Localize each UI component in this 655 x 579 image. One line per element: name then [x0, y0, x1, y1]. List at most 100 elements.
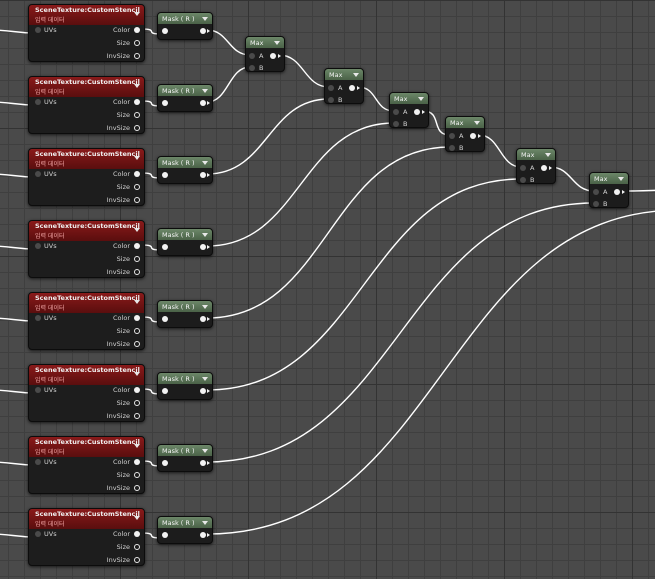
- node-header[interactable]: Max: [590, 173, 628, 184]
- output-pin-size[interactable]: [134, 400, 140, 406]
- output-pin-color[interactable]: [134, 315, 140, 321]
- mask-input-pin[interactable]: [162, 100, 168, 106]
- scene-texture-node[interactable]: SceneTexture:CustomStencil 입력 데이터 UVs Color…: [28, 220, 145, 278]
- chevron-down-icon[interactable]: [134, 84, 140, 88]
- max-input-pin-b[interactable]: [593, 201, 599, 207]
- output-pin-invsize[interactable]: [134, 53, 140, 59]
- uvs-input-pin[interactable]: [35, 243, 41, 249]
- uvs-input-pin[interactable]: [35, 99, 41, 105]
- mask-input-pin[interactable]: [162, 532, 168, 538]
- mask-output-pin[interactable]: [200, 388, 206, 394]
- node-header[interactable]: Max: [390, 93, 428, 104]
- mask-output-pin[interactable]: [200, 28, 206, 34]
- max-input-pin-a[interactable]: [593, 189, 599, 195]
- max-node[interactable]: Max A B: [445, 116, 485, 152]
- max-node[interactable]: Max A B: [516, 148, 556, 184]
- mask-input-pin[interactable]: [162, 316, 168, 322]
- uvs-input-pin[interactable]: [35, 531, 41, 537]
- chevron-down-icon[interactable]: [202, 304, 208, 309]
- output-pin-size[interactable]: [134, 256, 140, 262]
- max-input-pin-a[interactable]: [328, 85, 334, 91]
- max-input-pin-a[interactable]: [449, 133, 455, 139]
- output-pin-color[interactable]: [134, 459, 140, 465]
- mask-input-pin[interactable]: [162, 28, 168, 34]
- chevron-down-icon[interactable]: [134, 156, 140, 160]
- mask-input-pin[interactable]: [162, 460, 168, 466]
- mask-output-pin[interactable]: [200, 460, 206, 466]
- mask-output-pin[interactable]: [200, 532, 206, 538]
- chevron-down-icon[interactable]: [134, 300, 140, 304]
- output-pin-invsize[interactable]: [134, 197, 140, 203]
- mask-output-pin[interactable]: [200, 244, 206, 250]
- output-pin-invsize[interactable]: [134, 485, 140, 491]
- node-header[interactable]: Max: [325, 69, 363, 80]
- scene-texture-node[interactable]: SceneTexture:CustomStencil 입력 데이터 UVs Color…: [28, 76, 145, 134]
- scene-texture-node[interactable]: SceneTexture:CustomStencil 입력 데이터 UVs Color…: [28, 292, 145, 350]
- node-header[interactable]: SceneTexture:CustomStencil 입력 데이터: [29, 77, 144, 97]
- max-output-pin[interactable]: [414, 109, 420, 115]
- node-header[interactable]: Max: [517, 149, 555, 160]
- node-header[interactable]: SceneTexture:CustomStencil 입력 데이터: [29, 509, 144, 529]
- output-pin-invsize[interactable]: [134, 269, 140, 275]
- output-pin-size[interactable]: [134, 40, 140, 46]
- output-pin-color[interactable]: [134, 99, 140, 105]
- node-header[interactable]: Mask ( R ): [158, 301, 212, 312]
- mask-node[interactable]: Mask ( R ): [157, 228, 213, 256]
- output-pin-size[interactable]: [134, 328, 140, 334]
- output-pin-invsize[interactable]: [134, 125, 140, 131]
- output-pin-color[interactable]: [134, 243, 140, 249]
- uvs-input-pin[interactable]: [35, 315, 41, 321]
- node-header[interactable]: Max: [246, 37, 284, 48]
- max-output-pin[interactable]: [541, 165, 547, 171]
- output-pin-color[interactable]: [134, 531, 140, 537]
- output-pin-size[interactable]: [134, 472, 140, 478]
- node-header[interactable]: Mask ( R ): [158, 85, 212, 96]
- max-input-pin-b[interactable]: [328, 97, 334, 103]
- chevron-down-icon[interactable]: [202, 160, 208, 165]
- max-node[interactable]: Max A B: [389, 92, 429, 128]
- uvs-input-pin[interactable]: [35, 459, 41, 465]
- scene-texture-node[interactable]: SceneTexture:CustomStencil 입력 데이터 UVs Color…: [28, 4, 145, 62]
- mask-output-pin[interactable]: [200, 100, 206, 106]
- output-pin-color[interactable]: [134, 387, 140, 393]
- max-output-pin[interactable]: [614, 189, 620, 195]
- node-header[interactable]: SceneTexture:CustomStencil 입력 데이터: [29, 293, 144, 313]
- max-input-pin-b[interactable]: [449, 145, 455, 151]
- chevron-down-icon[interactable]: [202, 448, 208, 453]
- output-pin-invsize[interactable]: [134, 413, 140, 419]
- chevron-down-icon[interactable]: [134, 516, 140, 520]
- mask-node[interactable]: Mask ( R ): [157, 372, 213, 400]
- chevron-down-icon[interactable]: [353, 72, 359, 77]
- output-pin-invsize[interactable]: [134, 341, 140, 347]
- mask-node[interactable]: Mask ( R ): [157, 156, 213, 184]
- output-pin-size[interactable]: [134, 184, 140, 190]
- mask-node[interactable]: Mask ( R ): [157, 84, 213, 112]
- mask-node[interactable]: Mask ( R ): [157, 300, 213, 328]
- scene-texture-node[interactable]: SceneTexture:CustomStencil 입력 데이터 UVs Color…: [28, 508, 145, 566]
- scene-texture-node[interactable]: SceneTexture:CustomStencil 입력 데이터 UVs Color…: [28, 364, 145, 422]
- chevron-down-icon[interactable]: [545, 152, 551, 157]
- chevron-down-icon[interactable]: [134, 444, 140, 448]
- node-header[interactable]: Max: [446, 117, 484, 128]
- chevron-down-icon[interactable]: [202, 16, 208, 21]
- uvs-input-pin[interactable]: [35, 171, 41, 177]
- mask-node[interactable]: Mask ( R ): [157, 444, 213, 472]
- max-node[interactable]: Max A B: [245, 36, 285, 72]
- max-output-pin[interactable]: [349, 85, 355, 91]
- node-header[interactable]: Mask ( R ): [158, 157, 212, 168]
- mask-node[interactable]: Mask ( R ): [157, 516, 213, 544]
- mask-output-pin[interactable]: [200, 316, 206, 322]
- node-header[interactable]: Mask ( R ): [158, 445, 212, 456]
- max-output-pin[interactable]: [470, 133, 476, 139]
- chevron-down-icon[interactable]: [274, 40, 280, 45]
- chevron-down-icon[interactable]: [474, 120, 480, 125]
- node-header[interactable]: Mask ( R ): [158, 229, 212, 240]
- output-pin-size[interactable]: [134, 544, 140, 550]
- uvs-input-pin[interactable]: [35, 387, 41, 393]
- max-input-pin-b[interactable]: [520, 177, 526, 183]
- mask-output-pin[interactable]: [200, 172, 206, 178]
- uvs-input-pin[interactable]: [35, 27, 41, 33]
- max-input-pin-a[interactable]: [520, 165, 526, 171]
- mask-input-pin[interactable]: [162, 244, 168, 250]
- node-header[interactable]: Mask ( R ): [158, 517, 212, 528]
